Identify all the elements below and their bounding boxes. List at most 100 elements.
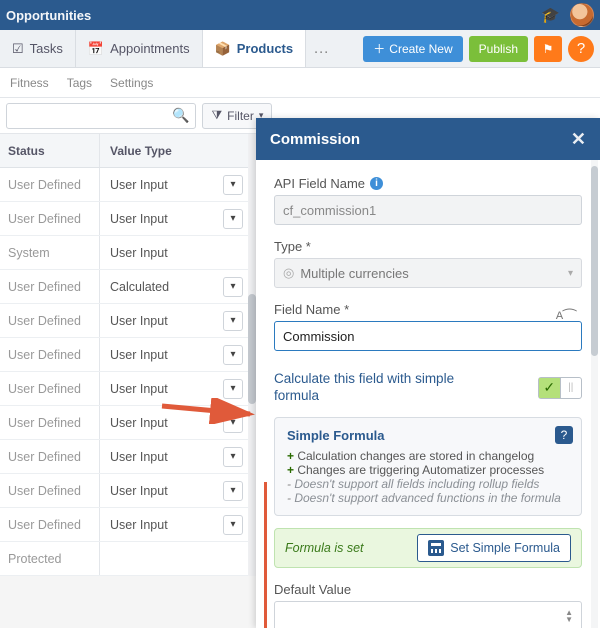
api-field-name-input [274,195,582,225]
publish-label: Publish [479,42,518,56]
tab-appointments-label: Appointments [110,41,190,56]
default-value-input[interactable]: ▲ ▼ [274,601,582,628]
cell-valuetype: User Input▾ [100,508,250,541]
header-status[interactable]: Status [0,134,100,167]
formula-status-label: Formula is set [285,541,364,555]
simple-formula-info: ? Simple Formula Calculation changes are… [274,417,582,516]
cell-status: User Defined [0,270,100,303]
cell-valuetype: User Input▾ [100,440,250,473]
step-down-icon[interactable]: ▼ [565,616,573,623]
calc-toggle[interactable]: ✓ || [538,377,582,399]
default-value-label: Default Value [274,582,582,597]
formula-status-row: Formula is set Set Simple Formula [274,528,582,568]
flag-icon: ⚑ [543,42,554,56]
cell-valuetype: User Input ▾ [100,168,250,201]
panel-close-button[interactable]: ✕ [571,129,586,150]
question-icon: ? [561,428,568,442]
formula-help-button[interactable]: ? [555,426,573,444]
chevron-down-icon: ▾ [230,179,235,190]
field-name-label: Field Name * [274,302,582,317]
valuetype-dropdown[interactable]: ▾ [223,209,243,229]
valuetype-dropdown[interactable]: ▾ [223,447,243,467]
valuetype-dropdown[interactable]: ▾ [223,515,243,535]
close-icon: ✕ [571,129,586,149]
chevron-down-icon: ▾ [230,451,235,462]
valuetype-text: User Input [110,382,168,396]
tab-appointments[interactable]: 📅 Appointments [76,30,203,67]
create-new-button[interactable]: ＋ Create New [363,36,462,62]
valuetype-dropdown[interactable]: ▾ [223,481,243,501]
chevron-down-icon: ▾ [230,519,235,530]
calc-toggle-label: Calculate this field with simple formula [274,371,484,405]
cell-status: User Defined [0,508,100,541]
valuetype-dropdown[interactable]: ▾ [223,413,243,433]
subtab-fitness[interactable]: Fitness [10,76,49,90]
type-value: Multiple currencies [300,266,408,281]
info-icon[interactable]: i [370,177,383,190]
cell-status: System [0,236,100,269]
translate-icon[interactable]: ᴬ⁀ [556,308,576,328]
flag-button[interactable]: ⚑ [534,36,562,62]
type-select[interactable]: ◎ Multiple currencies ▾ [274,258,582,288]
valuetype-text: Calculated [110,280,169,294]
funnel-icon: ⧩ [211,108,222,123]
field-name-input[interactable] [274,321,582,351]
cell-status: User Defined [0,168,100,201]
type-label: Type * [274,239,582,254]
cell-valuetype: User Input [100,236,250,269]
header-valuetype[interactable]: Value Type [100,134,250,167]
number-stepper[interactable]: ▲ ▼ [565,609,573,623]
checkbox-icon: ☑ [12,41,24,57]
filter-label: Filter [227,109,254,123]
table-scroll-thumb[interactable] [248,294,256,404]
valuetype-dropdown[interactable]: ▾ [223,379,243,399]
valuetype-text: User Input [110,178,168,192]
chevron-down-icon: ▾ [230,281,235,292]
valuetype-text: User Input [110,484,168,498]
chevron-down-icon: ▾ [230,315,235,326]
valuetype-dropdown[interactable]: ▾ [223,311,243,331]
cell-status: User Defined [0,474,100,507]
valuetype-text: User Input [110,416,168,430]
publish-button[interactable]: Publish [469,36,528,62]
valuetype-dropdown[interactable]: ▾ [223,345,243,365]
settings-subtabs: Fitness Tags Settings [0,68,600,98]
cell-valuetype: User Input ▾ [100,372,250,405]
chevron-down-icon: ▾ [230,349,235,360]
cell-valuetype: User Input ▾ [100,338,250,371]
help-button[interactable]: ? [568,36,594,62]
valuetype-dropdown[interactable]: ▾ [223,277,243,297]
search-input[interactable] [13,108,172,124]
cell-valuetype: User Input ▾ [100,406,250,439]
subtab-settings[interactable]: Settings [110,76,153,90]
set-simple-formula-label: Set Simple Formula [450,541,560,555]
tabs-more[interactable]: … [306,30,336,67]
formula-pro-2: Changes are triggering Automatizer proce… [287,463,569,477]
create-new-label: Create New [389,42,452,56]
panel-header: Commission ✕ [256,118,600,160]
tab-products[interactable]: 📦 Products [203,30,307,67]
cell-status: Protected [0,542,100,575]
tab-tasks-label: Tasks [30,41,63,56]
tab-tasks[interactable]: ☑ Tasks [0,30,76,67]
panel-scroll-thumb[interactable] [591,166,598,356]
valuetype-dropdown[interactable]: ▾ [223,175,243,195]
avatar[interactable] [570,3,594,27]
subtab-tags[interactable]: Tags [67,76,92,90]
search-box[interactable]: 🔍 [6,103,196,129]
set-simple-formula-button[interactable]: Set Simple Formula [417,534,571,562]
chevron-down-icon: ▾ [568,268,573,279]
simple-formula-heading: Simple Formula [287,428,569,443]
cell-status: User Defined [0,304,100,337]
valuetype-text: User Input [110,314,168,328]
api-field-name-label: API Field Name [274,176,365,191]
search-icon[interactable]: 🔍 [172,107,189,124]
cell-status: User Defined [0,338,100,371]
module-title: Opportunities [6,8,91,23]
valuetype-text: User Input [110,348,168,362]
academy-icon[interactable]: 🎓 [541,6,560,24]
required-indicator [264,482,267,628]
valuetype-text: User Input [110,246,168,260]
chevron-down-icon: ▾ [230,485,235,496]
calendar-icon: 📅 [88,41,104,57]
